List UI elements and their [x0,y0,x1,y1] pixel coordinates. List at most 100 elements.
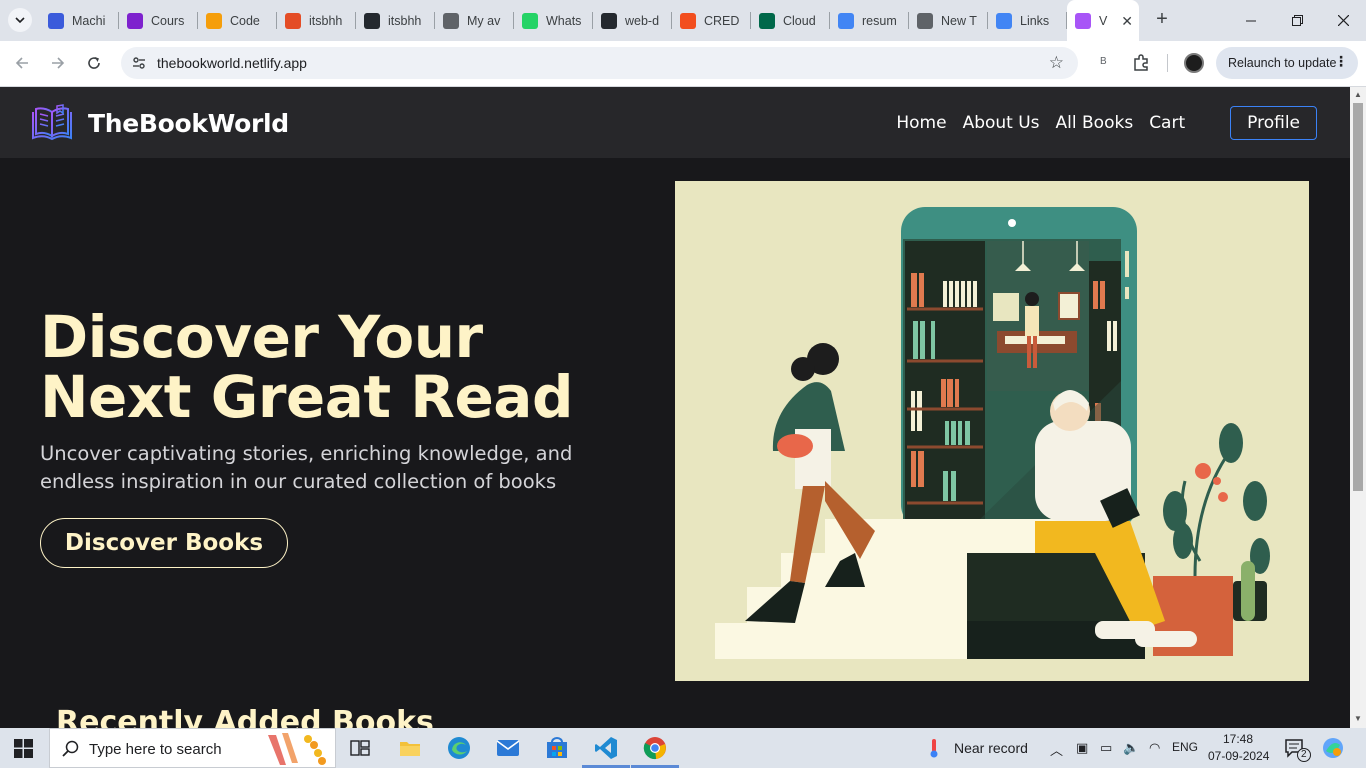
tab-search-button[interactable] [8,8,32,32]
scroll-down-arrow-icon[interactable]: ▼ [1354,714,1362,723]
nav-link-all-books[interactable]: All Books [1056,113,1134,133]
browser-tab[interactable]: Links [988,0,1067,41]
chrome-icon [917,12,933,29]
profile-letter: B [1100,56,1107,67]
store-icon[interactable] [543,734,571,762]
tab-label: New T [941,13,977,28]
browser-tab[interactable]: New T [909,0,988,41]
tab-label: My av [467,13,501,28]
extensions-puzzle-icon[interactable] [1131,52,1151,72]
page-scrollbar[interactable]: ▲ ▼ [1350,87,1366,728]
nav-link-about-us[interactable]: About Us [963,113,1040,133]
volume-icon[interactable]: 🔈 [1123,740,1139,756]
browser-tab[interactable]: web-d [593,0,672,41]
forward-button[interactable] [44,49,72,77]
hero-subtitle: Uncover captivating stories, enriching k… [40,442,573,493]
globe-icon [443,12,459,29]
close-tab-icon[interactable]: ✕ [1121,13,1133,30]
browser-tab[interactable]: Cours [119,0,198,41]
tab-label: Cours [151,13,185,28]
file-explorer-icon[interactable] [396,734,424,762]
open-book-logo-icon[interactable] [31,104,73,142]
mail-icon[interactable] [494,734,522,762]
windows-taskbar: Type here to search Near record ︿ ▣ ▭ 🔈 … [0,728,1366,768]
main-nav: Home About Us All Books Cart Profile [896,106,1317,140]
hero-library-illustration [675,181,1309,681]
address-bar[interactable]: thebookworld.netlify.app ☆ [121,47,1078,79]
clock-date[interactable]: 07-09-2024 [1208,749,1269,763]
wifi-icon[interactable]: ◠ [1149,740,1160,756]
search-icon [62,740,79,757]
github-icon [364,12,380,29]
relaunch-label: Relaunch to update [1228,56,1337,70]
tab-label: CREDI [704,13,740,28]
battery-icon[interactable]: ▭ [1100,740,1112,756]
hero-title: Discover Your Next Great Read [40,303,573,431]
reload-button[interactable] [80,49,108,77]
discover-books-button[interactable]: Discover Books [40,518,288,568]
mongodb-icon [759,12,775,29]
chrome-icon[interactable] [641,734,669,762]
scroll-up-arrow-icon[interactable]: ▲ [1354,90,1362,99]
site-header: TheBookWorld Home About Us All Books Car… [0,87,1350,158]
bookmark-star-icon[interactable]: ☆ [1049,53,1064,73]
close-window-button[interactable] [1320,0,1366,41]
browser-toolbar: thebookworld.netlify.app ☆ B Relaunch to… [0,41,1366,87]
browser-tab[interactable]: resum [830,0,909,41]
nav-link-cart[interactable]: Cart [1149,113,1185,133]
restore-icon [1291,15,1303,26]
meet-now-icon[interactable]: ▣ [1076,740,1088,756]
taskbar-search-input[interactable]: Type here to search [49,728,336,768]
relaunch-button[interactable]: Relaunch to update ⋮ [1216,47,1358,79]
browser-tab[interactable]: itsbhh [356,0,435,41]
site-info-icon[interactable] [131,55,147,71]
whatsapp-icon [522,12,538,29]
copilot-icon[interactable] [1322,737,1344,759]
code-icon [206,12,222,29]
arrow-right-icon [52,57,65,69]
browser-tab[interactable]: Code [198,0,277,41]
avatar[interactable] [1184,53,1204,73]
thermometer-icon[interactable] [928,738,940,758]
url-text[interactable]: thebookworld.netlify.app [157,55,307,71]
language-indicator[interactable]: ENG [1172,740,1198,754]
weather-text[interactable]: Near record [954,740,1028,756]
task-view-icon[interactable] [346,734,374,762]
restore-button[interactable] [1274,0,1320,41]
tab-label: itsbhh [309,13,343,28]
vscode-icon[interactable] [592,734,620,762]
tab-label: V [1099,13,1108,28]
edge-browser-icon[interactable] [445,734,473,762]
docs-icon [996,12,1012,29]
minimize-icon [1246,20,1256,21]
minimize-button[interactable] [1228,0,1274,41]
scrollbar-thumb[interactable] [1353,103,1363,491]
nav-link-home[interactable]: Home [896,113,946,133]
windows-start-icon[interactable] [14,739,33,758]
tab-label: Code [230,13,260,28]
tab-label: itsbhh [388,13,422,28]
search-placeholder: Type here to search [89,741,222,758]
tab-label: Cloud [783,13,816,28]
browser-tab[interactable]: Machi [40,0,119,41]
tab-label: Machi [72,13,106,28]
new-tab-button[interactable]: + [1150,8,1174,32]
browser-tab[interactable]: CREDI [672,0,751,41]
browser-tab[interactable]: Whats [514,0,593,41]
chevron-down-icon [15,17,25,24]
back-button[interactable] [8,49,36,77]
browser-tab[interactable]: V ✕ [1067,0,1139,41]
brand-name[interactable]: TheBookWorld [88,109,289,138]
profile-button[interactable]: Profile [1230,106,1317,140]
browser-tab[interactable]: My av [435,0,514,41]
browser-tab-strip: Machi Cours Code itsbhh itsbhh My av Whats web-… [0,0,1366,41]
festival-decoration-icon [268,733,326,765]
tab-label: resum [862,13,897,28]
more-menu-icon[interactable]: ⋮ [1334,53,1348,70]
reload-icon [88,57,100,69]
github-icon [601,12,617,29]
browser-tab[interactable]: itsbhh [277,0,356,41]
browser-tab[interactable]: Cloud [751,0,830,41]
clock-time[interactable]: 17:48 [1223,732,1253,746]
chevron-up-icon[interactable]: ︿ [1050,740,1063,759]
